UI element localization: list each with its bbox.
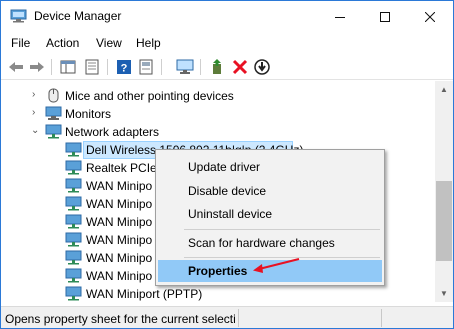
tree-category-monitors[interactable]: › Monitors	[1, 105, 435, 123]
menu-view[interactable]: View	[96, 36, 122, 50]
disable-device-icon[interactable]	[253, 58, 271, 76]
menu-item-label: Scan for hardware changes	[188, 236, 335, 250]
network-adapter-icon	[65, 286, 82, 301]
menu-help[interactable]: Help	[136, 36, 161, 50]
title-bar: Device Manager	[1, 1, 453, 32]
help-icon[interactable]: ?	[115, 58, 133, 76]
network-adapter-icon	[65, 232, 82, 247]
properties-sheet-icon[interactable]	[83, 58, 101, 76]
menu-item-disable-device[interactable]: Disable device	[158, 180, 382, 202]
status-divider	[238, 309, 239, 327]
show-hide-tree-icon[interactable]	[59, 58, 77, 76]
monitor-icon	[45, 106, 62, 121]
expand-chevron-icon[interactable]: ›	[32, 89, 42, 101]
menu-file[interactable]: File	[11, 36, 30, 50]
menu-bar: File Action View Help	[1, 32, 453, 54]
scroll-up-arrow-icon[interactable]: ▲	[435, 81, 453, 98]
scan-hardware-icon[interactable]	[137, 58, 155, 76]
status-bar: Opens property sheet for the current sel…	[1, 306, 453, 328]
mouse-icon	[45, 88, 62, 103]
toolbar-separator	[107, 59, 108, 75]
menu-item-label: Update driver	[188, 160, 261, 174]
network-adapter-icon	[65, 268, 82, 283]
scroll-down-arrow-icon[interactable]: ▼	[435, 285, 453, 302]
menu-action[interactable]: Action	[46, 36, 79, 50]
menu-item-scan-hardware[interactable]: Scan for hardware changes	[158, 232, 382, 254]
toolbar-separator	[51, 59, 52, 75]
menu-item-uninstall-device[interactable]: Uninstall device	[158, 203, 382, 225]
toolbar: ?	[1, 54, 453, 80]
network-adapter-icon	[65, 160, 82, 175]
network-adapter-icon	[65, 142, 82, 157]
menu-separator	[184, 229, 380, 230]
forward-arrow-icon[interactable]	[28, 58, 46, 76]
network-adapter-icon	[65, 214, 82, 229]
status-text: Opens property sheet for the current sel…	[5, 312, 236, 326]
minimize-button[interactable]	[317, 1, 362, 32]
network-icon	[45, 124, 62, 139]
toolbar-separator	[200, 59, 201, 75]
tree-item-label: Mice and other pointing devices	[65, 89, 234, 103]
scroll-thumb[interactable]	[436, 181, 452, 261]
svg-text:?: ?	[121, 63, 128, 75]
tree-item-label: Network adapters	[65, 125, 160, 139]
tree-item-label: Realtek PCIe	[86, 161, 157, 175]
tree-item-label: WAN Minipo	[86, 233, 153, 247]
update-driver-icon[interactable]	[209, 58, 227, 76]
close-button[interactable]	[407, 1, 452, 32]
tree-item-label: WAN Miniport (PPTP)	[86, 287, 203, 301]
tree-category-mice[interactable]: › Mice and other pointing devices	[1, 87, 435, 105]
network-adapter-icon	[65, 250, 82, 265]
toolbar-separator	[161, 59, 162, 75]
vertical-scrollbar[interactable]: ▲ ▼	[435, 81, 453, 302]
tree-item-label: WAN Minipo	[86, 197, 153, 211]
back-arrow-icon[interactable]	[7, 58, 25, 76]
tree-item-label: WAN Minipo	[86, 179, 153, 193]
uninstall-device-icon[interactable]	[231, 58, 249, 76]
status-divider	[381, 309, 382, 327]
monitor-icon[interactable]	[176, 58, 194, 76]
device-manager-icon	[10, 9, 27, 23]
maximize-button[interactable]	[362, 1, 407, 32]
tree-item-label: WAN Minipo	[86, 215, 153, 229]
expand-chevron-icon[interactable]: ›	[32, 107, 42, 119]
tree-device[interactable]: WAN Miniport (PPTP)	[1, 285, 435, 302]
menu-item-label: Uninstall device	[188, 207, 273, 221]
network-adapter-icon	[65, 196, 82, 211]
window-title: Device Manager	[34, 9, 122, 23]
device-manager-window: Device Manager File Action View Help ? ›…	[0, 0, 454, 329]
red-arrow-annotation-icon	[253, 258, 300, 273]
collapse-chevron-icon[interactable]: ⌄	[31, 125, 41, 137]
tree-item-label: Monitors	[65, 107, 112, 121]
menu-item-label: Properties	[188, 264, 248, 278]
tree-category-network-adapters[interactable]: ⌄ Network adapters	[1, 123, 435, 141]
tree-item-label: WAN Minipo	[86, 269, 153, 283]
menu-item-label: Disable device	[188, 184, 267, 198]
network-adapter-icon	[65, 178, 82, 193]
menu-item-update-driver[interactable]: Update driver	[158, 156, 382, 178]
tree-item-label: WAN Minipo	[86, 251, 153, 265]
